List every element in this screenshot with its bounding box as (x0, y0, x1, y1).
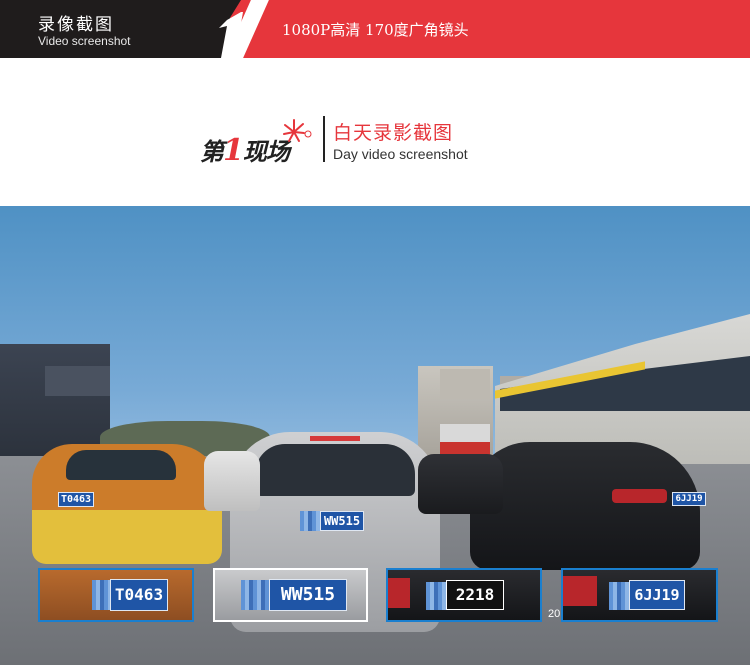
logo-divider (323, 116, 325, 162)
black-car-tail-light (612, 489, 667, 503)
center-plate-blur (300, 511, 322, 531)
brand-logo-text: 第1现场 (200, 132, 290, 168)
black-car-plate: 6JJ19 (672, 492, 706, 506)
brand-prefix: 第 (200, 137, 224, 166)
banner-spec-text: 1080P高清 170度广角镜头 (282, 21, 469, 39)
thumbnail-plate: 6JJ19 (629, 580, 685, 610)
banner-title: 录像截图 (38, 15, 114, 34)
thumbnail-plate-blur (92, 580, 112, 610)
thumbnail-tail-light (563, 576, 597, 606)
thumbnail-plate-blur (609, 582, 631, 610)
section-subtitle: Day video screenshot (333, 146, 468, 162)
taxi-plate: T0463 (58, 492, 94, 507)
dashcam-screenshot: T0463 WW515 6JJ19 T0463 WW515 2218 6JJ19… (0, 206, 750, 665)
banner-subtitle: Video screenshot (38, 34, 131, 48)
brand-number: 1 (223, 133, 244, 168)
silver-car-brake-light (310, 436, 360, 441)
thumbnail-tail-light (388, 578, 410, 608)
zoom-thumbnail-1: T0463 (38, 568, 194, 622)
white-car (204, 451, 260, 511)
thumbnail-plate: T0463 (110, 579, 168, 611)
zoom-thumbnail-2: WW515 (213, 568, 368, 622)
zoom-thumbnail-4: 6JJ19 (561, 568, 718, 622)
brand-logo: 第1现场 (200, 118, 322, 168)
silver-car-rear-window (255, 444, 415, 496)
thumbnail-plate-blur (241, 580, 271, 610)
banner-dark-panel (0, 0, 230, 58)
thumbnail-plate: 2218 (446, 580, 504, 610)
numeral-one-icon (219, 12, 243, 58)
sparkle-icon (283, 119, 312, 142)
thumbnail-plate: WW515 (269, 579, 347, 611)
header-banner: 录像截图 Video screenshot 1080P高清 170度广角镜头 (0, 0, 750, 58)
zoom-thumbnail-3: 2218 (386, 568, 542, 622)
taxi-rear-window (66, 450, 176, 480)
thumbnail-plate-blur (426, 582, 446, 610)
center-car-plate: WW515 (320, 511, 364, 531)
video-timestamp: 20 (548, 608, 561, 620)
black-car (470, 442, 700, 570)
left-building-roof (45, 366, 110, 396)
dark-sedan (418, 454, 503, 514)
center-building-tall (440, 369, 490, 399)
section-title: 白天录影截图 (333, 123, 454, 144)
